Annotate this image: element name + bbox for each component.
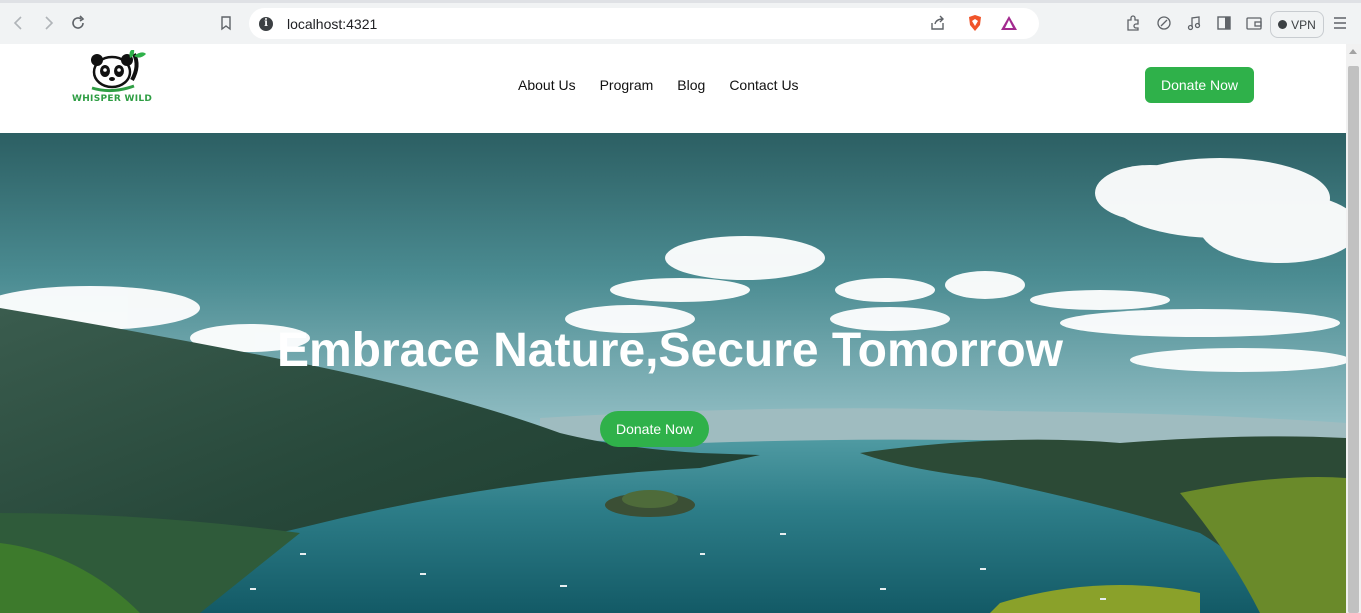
- page-viewport: WHISPER WILD About Us Program Blog Conta…: [0, 44, 1346, 613]
- browser-toolbar: i localhost:4321 VPN: [0, 0, 1361, 44]
- nav-about-us[interactable]: About Us: [518, 77, 576, 93]
- hero-donate-button[interactable]: Donate Now: [600, 411, 709, 447]
- vpn-button[interactable]: VPN: [1270, 11, 1324, 38]
- vpn-status-icon: [1278, 20, 1288, 29]
- main-nav: About Us Program Blog Contact Us: [518, 77, 799, 93]
- sidebar-icon[interactable]: [1213, 12, 1235, 34]
- nav-program[interactable]: Program: [600, 77, 654, 93]
- back-icon[interactable]: [8, 12, 30, 34]
- reload-icon[interactable]: [67, 12, 89, 34]
- header-donate-button[interactable]: Donate Now: [1145, 67, 1254, 103]
- hero-section: Embrace Nature,Secure Tomorrow Donate No…: [0, 133, 1346, 613]
- address-bar[interactable]: i localhost:4321: [249, 8, 1039, 39]
- bookmark-icon[interactable]: [215, 12, 237, 34]
- scroll-up-icon[interactable]: [1349, 49, 1357, 54]
- logo-text: WHISPER WILD: [72, 94, 153, 104]
- nav-blog[interactable]: Blog: [677, 77, 705, 93]
- forward-icon[interactable]: [37, 12, 59, 34]
- nav-contact-us[interactable]: Contact Us: [729, 77, 798, 93]
- scroll-thumb[interactable]: [1348, 66, 1359, 613]
- site-info-icon[interactable]: i: [259, 17, 273, 31]
- share-icon[interactable]: [927, 12, 949, 34]
- hero-title: Embrace Nature,Secure Tomorrow: [276, 324, 1064, 377]
- brave-shield-icon[interactable]: [964, 12, 986, 34]
- url-text[interactable]: localhost:4321: [287, 16, 377, 32]
- wallet-icon[interactable]: [1243, 12, 1265, 34]
- extensions-icon[interactable]: [1122, 12, 1144, 34]
- site-header: WHISPER WILD About Us Program Blog Conta…: [0, 44, 1346, 133]
- music-icon[interactable]: [1183, 12, 1205, 34]
- menu-icon[interactable]: [1329, 12, 1351, 34]
- leo-ai-icon[interactable]: [1153, 12, 1175, 34]
- brave-rewards-icon[interactable]: [998, 12, 1020, 34]
- vpn-label: VPN: [1291, 17, 1316, 32]
- page-scrollbar[interactable]: [1346, 44, 1361, 613]
